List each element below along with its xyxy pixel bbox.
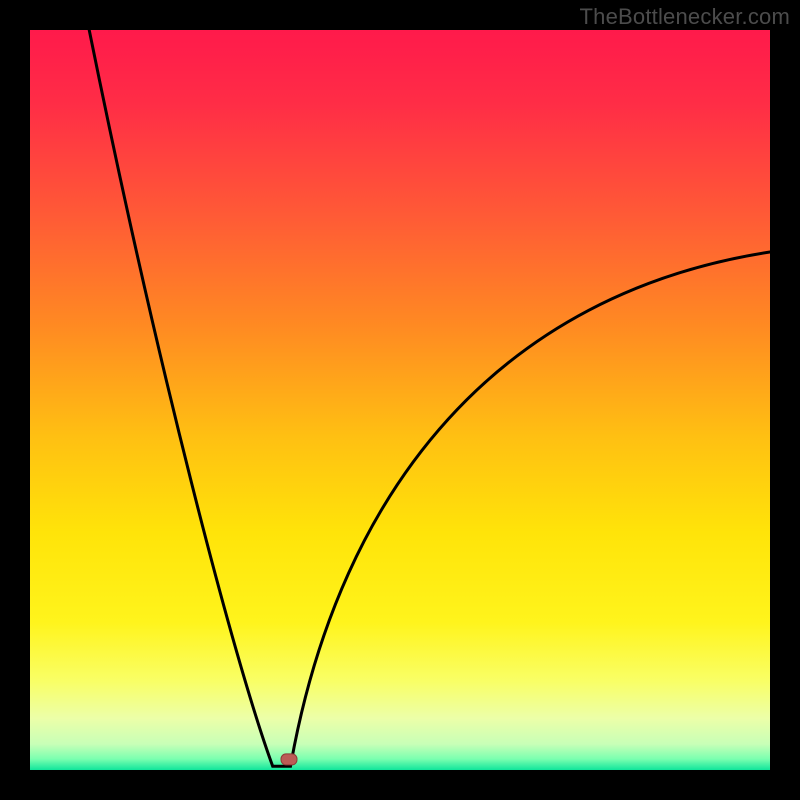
- gradient-background: [30, 30, 770, 770]
- chart-frame: TheBottlenecker.com: [0, 0, 800, 800]
- watermark-text: TheBottlenecker.com: [580, 4, 790, 30]
- optimum-marker: [281, 754, 297, 765]
- plot-area: [30, 30, 770, 770]
- chart-svg: [30, 30, 770, 770]
